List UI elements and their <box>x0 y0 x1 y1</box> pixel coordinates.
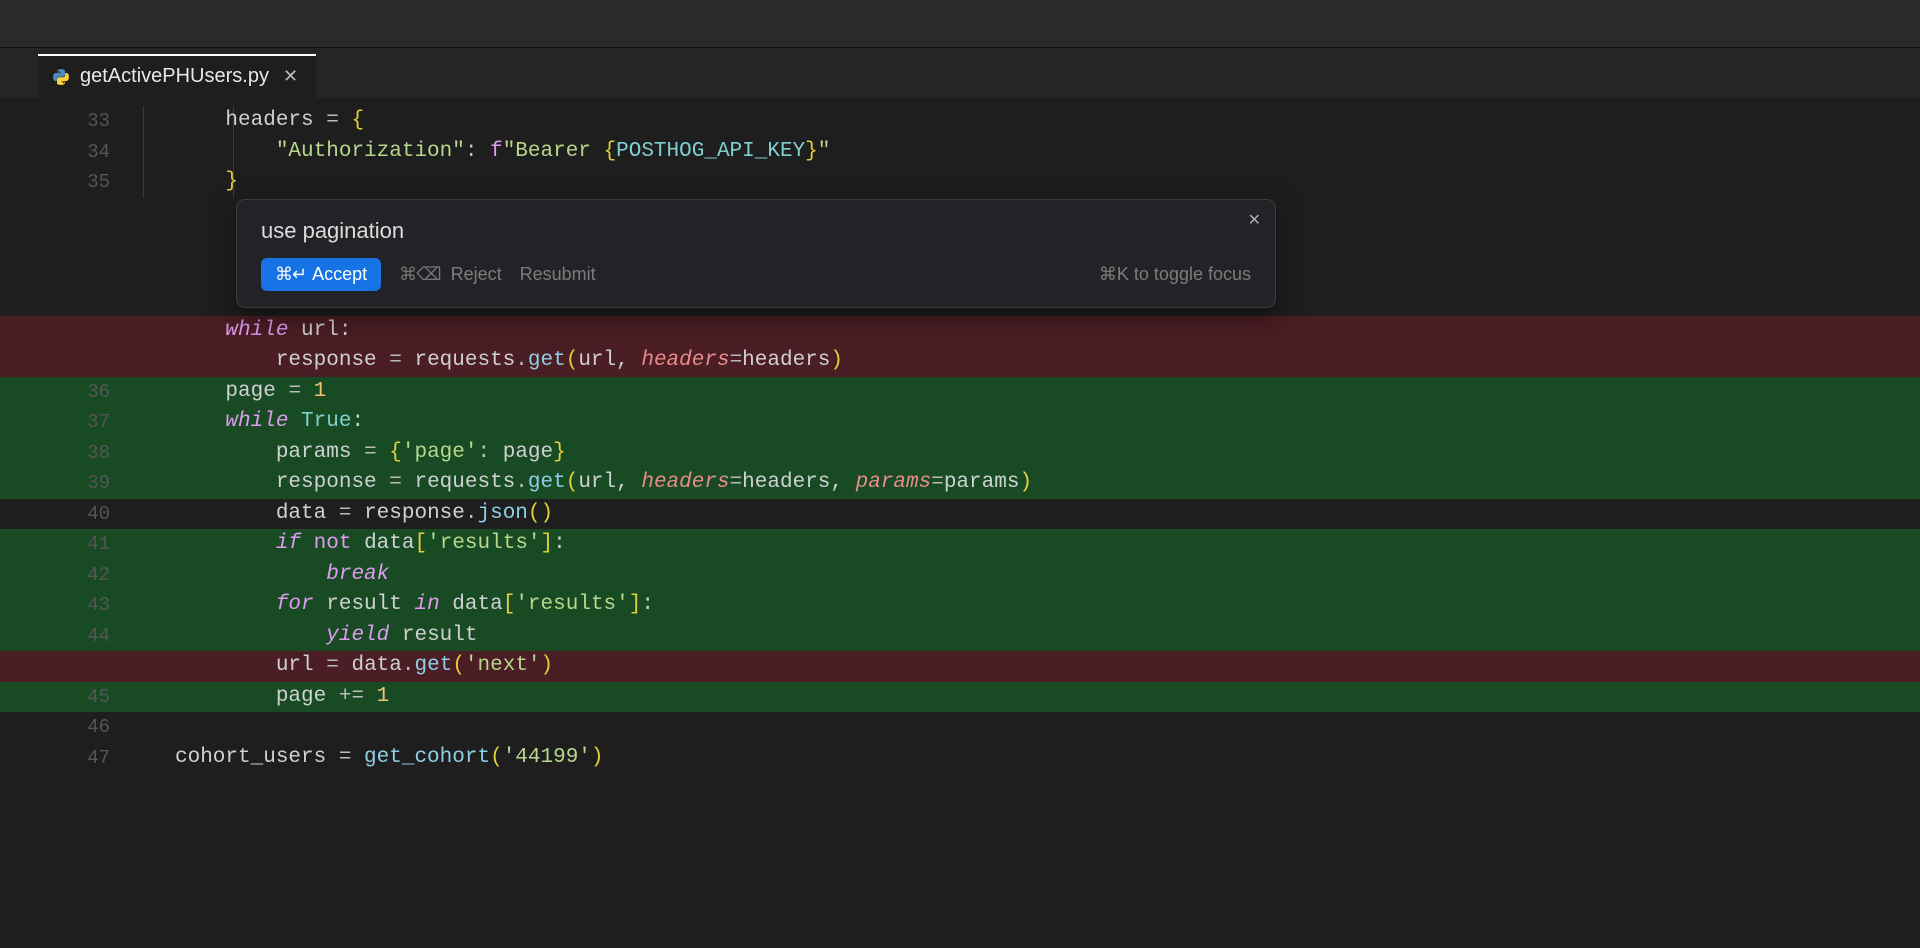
code-line[interactable]: 34 "Authorization": f"Bearer {POSTHOG_AP… <box>0 137 1920 168</box>
line-number: 35 <box>0 167 110 198</box>
code-line[interactable]: 42 break <box>0 560 1920 591</box>
code-content: break <box>175 560 389 591</box>
line-number: 36 <box>0 377 110 408</box>
code-line[interactable]: 41 if not data['results']: <box>0 529 1920 560</box>
code-content: if not data['results']: <box>175 529 566 560</box>
line-number: 33 <box>0 106 110 137</box>
line-number: 43 <box>0 590 110 621</box>
reject-button[interactable]: ⌘⌫ Reject <box>399 264 501 285</box>
code-content: while url: <box>175 316 351 347</box>
line-number: 45 <box>0 682 110 713</box>
code-content: "Authorization": f"Bearer {POSTHOG_API_K… <box>175 137 830 168</box>
line-number: 41 <box>0 529 110 560</box>
line-number: 42 <box>0 560 110 591</box>
code-line[interactable]: response = requests.get(url, headers=hea… <box>0 346 1920 377</box>
code-line[interactable]: 38 params = {'page': page} <box>0 438 1920 469</box>
python-file-icon <box>52 68 70 86</box>
resubmit-button[interactable]: Resubmit <box>520 264 596 285</box>
code-content: response = requests.get(url, headers=hea… <box>175 346 843 377</box>
suggestion-prompt-text: use pagination <box>261 218 1251 244</box>
code-line[interactable]: 46 <box>0 712 1920 743</box>
code-content: yield result <box>175 621 477 652</box>
accept-shortcut: ⌘↵ <box>275 264 306 285</box>
code-line[interactable]: url = data.get('next') <box>0 651 1920 682</box>
code-line[interactable]: 45 page += 1 <box>0 682 1920 713</box>
code-content: headers = { <box>175 106 364 137</box>
line-number: 34 <box>0 137 110 168</box>
line-number: 47 <box>0 743 110 774</box>
code-line[interactable]: 37 while True: <box>0 407 1920 438</box>
accept-label: Accept <box>312 264 367 285</box>
line-number: 44 <box>0 621 110 652</box>
ai-suggestion-popup: ✕ use pagination ⌘↵ Accept ⌘⌫ Reject Res… <box>236 199 1276 308</box>
code-line[interactable]: 40 data = response.json() <box>0 499 1920 530</box>
code-content: params = {'page': page} <box>175 438 566 469</box>
focus-hint: ⌘K to toggle focus <box>1099 264 1251 285</box>
code-line[interactable]: while url: <box>0 316 1920 347</box>
code-content: url = data.get('next') <box>175 651 553 682</box>
code-content: for result in data['results']: <box>175 590 654 621</box>
tab-close-icon[interactable]: ✕ <box>279 66 302 87</box>
code-content: page = 1 <box>175 377 326 408</box>
code-content: data = response.json() <box>175 499 553 530</box>
line-number: 39 <box>0 468 110 499</box>
reject-shortcut: ⌘⌫ <box>399 264 440 285</box>
line-number: 38 <box>0 438 110 469</box>
code-line[interactable]: 35 } <box>0 167 1920 198</box>
line-number: 40 <box>0 499 110 530</box>
accept-button[interactable]: ⌘↵ Accept <box>261 258 381 291</box>
code-content: } <box>175 167 238 198</box>
code-content: cohort_users = get_cohort('44199') <box>175 743 604 774</box>
line-number: 37 <box>0 407 110 438</box>
code-editor[interactable]: ✕ use pagination ⌘↵ Accept ⌘⌫ Reject Res… <box>0 98 1920 948</box>
code-line[interactable]: 33 headers = { <box>0 106 1920 137</box>
code-content: page += 1 <box>175 682 389 713</box>
code-line[interactable]: 44 yield result <box>0 621 1920 652</box>
reject-label: Reject <box>451 264 502 285</box>
window-titlebar <box>0 0 1920 48</box>
code-line[interactable]: 36 page = 1 <box>0 377 1920 408</box>
code-content: while True: <box>175 407 364 438</box>
tab-bar: getActivePHUsers.py ✕ <box>0 48 1920 98</box>
editor-tab[interactable]: getActivePHUsers.py ✕ <box>38 54 316 98</box>
code-line[interactable]: 39 response = requests.get(url, headers=… <box>0 468 1920 499</box>
code-line[interactable]: 47 cohort_users = get_cohort('44199') <box>0 743 1920 774</box>
tab-filename: getActivePHUsers.py <box>80 65 269 88</box>
code-content: response = requests.get(url, headers=hea… <box>175 468 1032 499</box>
line-number: 46 <box>0 712 110 743</box>
code-line[interactable]: 43 for result in data['results']: <box>0 590 1920 621</box>
close-icon[interactable]: ✕ <box>1248 210 1261 230</box>
